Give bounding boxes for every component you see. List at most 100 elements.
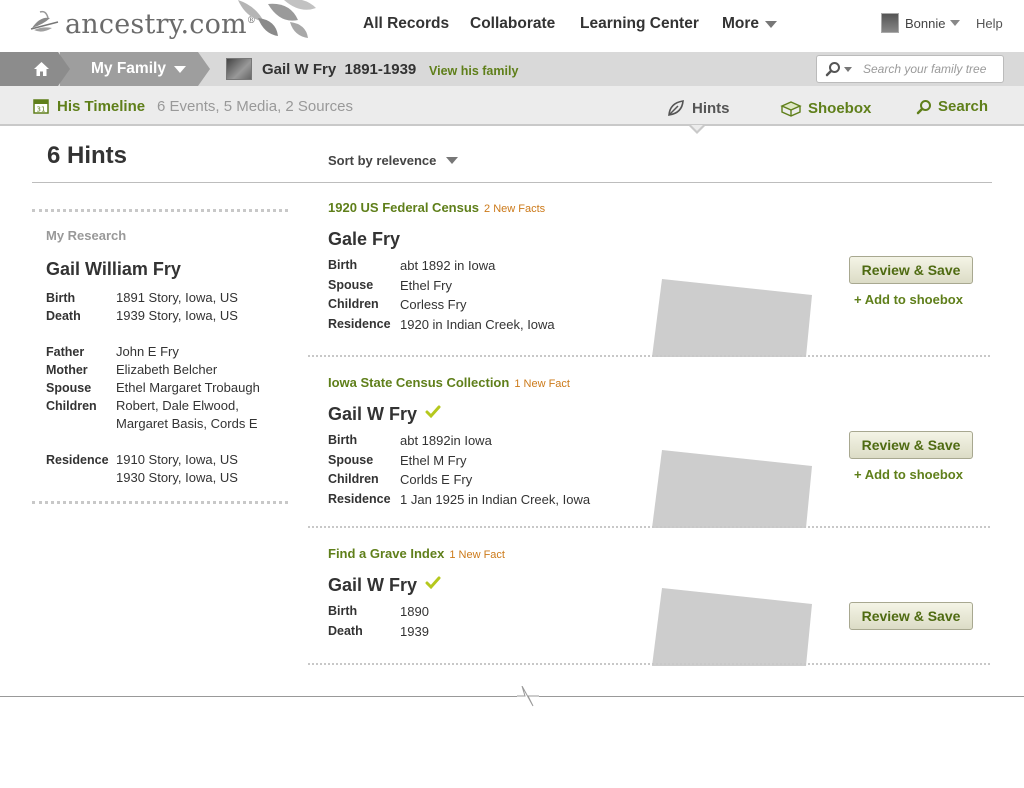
record-image-thumbnail[interactable]	[652, 586, 814, 666]
hint-person-name: Gail W Fry	[328, 404, 418, 424]
fact-value: Margaret Basis, Cords E	[116, 416, 258, 431]
family-tree-search[interactable]	[816, 55, 1004, 83]
home-icon	[34, 62, 49, 76]
fact-value: Ethel Fry	[400, 277, 453, 293]
fact-value: abt 1892in Iowa	[400, 433, 492, 448]
new-facts-badge: 2 New Facts	[484, 203, 546, 215]
tab-search[interactable]: Search	[916, 98, 988, 115]
tab-hints[interactable]: Hints	[666, 98, 730, 118]
divider	[308, 355, 990, 357]
page-bottom-rule	[0, 696, 1024, 697]
fact-label: Birth	[328, 433, 358, 447]
fact-label: Death	[46, 309, 81, 323]
chevron-down-icon	[765, 20, 778, 28]
timeline-summary: 6 Events, 5 Media, 2 Sources	[157, 98, 353, 115]
fact-value: Corless Fry	[400, 297, 467, 312]
add-to-shoebox-link[interactable]: + Add to shoebox	[854, 292, 963, 307]
fact-value: 1891 Story, Iowa, US	[116, 290, 238, 305]
checkmark-icon	[425, 405, 441, 418]
fact-label: Residence	[46, 453, 109, 467]
add-to-shoebox-link[interactable]: + Add to shoebox	[854, 467, 963, 482]
divider	[32, 209, 288, 212]
fact-label: Children	[328, 297, 379, 311]
nav-more[interactable]: More	[722, 15, 778, 33]
my-family-label: My Family	[91, 60, 166, 77]
review-save-button[interactable]: Review & Save	[849, 602, 973, 630]
fact-value: 1939	[400, 623, 429, 639]
fact-value: 1 Jan 1925 in Indian Creek, Iowa	[400, 491, 591, 507]
shoebox-icon	[780, 101, 802, 117]
leaf-logo-icon	[30, 10, 59, 32]
new-facts-badge: 1 New Fact	[449, 549, 505, 561]
search-input[interactable]	[863, 60, 999, 78]
record-image-thumbnail[interactable]	[652, 448, 814, 528]
tab-search-label: Search	[938, 98, 989, 115]
my-family-menu[interactable]: My Family	[60, 52, 210, 86]
fact-label: Spouse	[328, 452, 374, 467]
fact-value: 1890	[400, 604, 429, 619]
review-save-button[interactable]: Review & Save	[849, 256, 973, 284]
calendar-icon: 31	[33, 99, 49, 114]
record-image-thumbnail[interactable]	[652, 277, 814, 357]
help-link[interactable]: Help	[976, 16, 1003, 31]
fact-label: Death	[328, 623, 363, 638]
hint-card: 1920 US Federal Census 2 New Facts Gale …	[328, 200, 988, 357]
checkmark-icon	[425, 576, 441, 589]
fact-label: Birth	[46, 291, 76, 305]
avatar	[881, 13, 899, 33]
svg-text:31: 31	[37, 106, 46, 114]
fact-label: Children	[46, 399, 97, 413]
home-button[interactable]	[0, 52, 70, 86]
timeline-link[interactable]: His Timeline	[57, 98, 145, 115]
divider	[308, 526, 990, 528]
my-research-heading: My Research	[46, 228, 127, 243]
review-save-button[interactable]: Review & Save	[849, 431, 973, 459]
hint-person-name: Gail W Fry	[328, 575, 418, 595]
sort-label: Sort by relevence	[328, 153, 437, 168]
top-nav: ancestry.com® All Records Collaborate Le…	[0, 0, 1024, 52]
sort-dropdown[interactable]: Sort by relevence	[328, 153, 459, 168]
fact-label: Father	[46, 345, 85, 359]
hint-source-link[interactable]: 1920 US Federal Census	[328, 200, 479, 215]
person-photo[interactable]	[226, 58, 252, 80]
divider	[32, 182, 992, 183]
hint-card: Find a Grave Index 1 New Fact Gail W Fry…	[328, 546, 988, 666]
timeline-bar: 31 His Timeline 6 Events, 5 Media, 2 Sou…	[0, 86, 1024, 126]
ancestry-logo[interactable]: ancestry.com®	[28, 6, 256, 42]
my-research-panel: My Research Gail William Fry Birth 1891 S…	[46, 228, 286, 487]
chevron-down-icon[interactable]	[844, 67, 852, 72]
brand-name: ancestry	[65, 8, 181, 40]
hint-card: Iowa State Census Collection 1 New Fact …	[328, 375, 988, 528]
chevron-down-icon	[446, 157, 459, 164]
user-name: Bonnie	[905, 15, 946, 31]
nav-collaborate[interactable]: Collaborate	[470, 15, 555, 33]
fact-value: Robert, Dale Elwood,	[116, 398, 239, 413]
fact-value: abt 1892 in Iowa	[400, 258, 496, 273]
fact-label: Residence	[328, 316, 391, 331]
hint-source-link[interactable]: Find a Grave Index	[328, 546, 444, 561]
fact-label: Residence	[328, 491, 391, 506]
nav-learning-center[interactable]: Learning Center	[580, 15, 699, 33]
page-title: 6 Hints	[47, 142, 128, 169]
active-tab-pointer	[689, 125, 705, 134]
fact-value: Ethel Margaret Trobaugh	[116, 380, 260, 395]
fact-value: 1910 Story, Iowa, US	[116, 452, 238, 467]
search-icon	[825, 62, 840, 77]
fact-value: Ethel M Fry	[400, 452, 467, 468]
fact-value: Corlds E Fry	[400, 472, 473, 487]
nav-more-label: More	[722, 15, 760, 32]
hint-source-link[interactable]: Iowa State Census Collection	[328, 375, 509, 390]
view-family-link[interactable]: View his family	[429, 64, 518, 78]
user-menu[interactable]: Bonnie	[881, 13, 961, 33]
nav-all-records[interactable]: All Records	[363, 15, 449, 33]
fact-value: 1930 Story, Iowa, US	[116, 470, 238, 485]
new-facts-badge: 1 New Fact	[514, 378, 570, 390]
fact-label: Birth	[328, 258, 358, 272]
fact-label: Spouse	[46, 381, 92, 395]
tab-shoebox[interactable]: Shoebox	[780, 98, 871, 118]
leaf-icon	[668, 100, 684, 116]
fact-value: 1939 Story, Iowa, US	[116, 308, 238, 323]
fact-value: John E Fry	[116, 344, 179, 359]
person-name-dates: Gail W Fry 1891-1939	[262, 61, 417, 78]
fact-label: Children	[328, 472, 379, 486]
